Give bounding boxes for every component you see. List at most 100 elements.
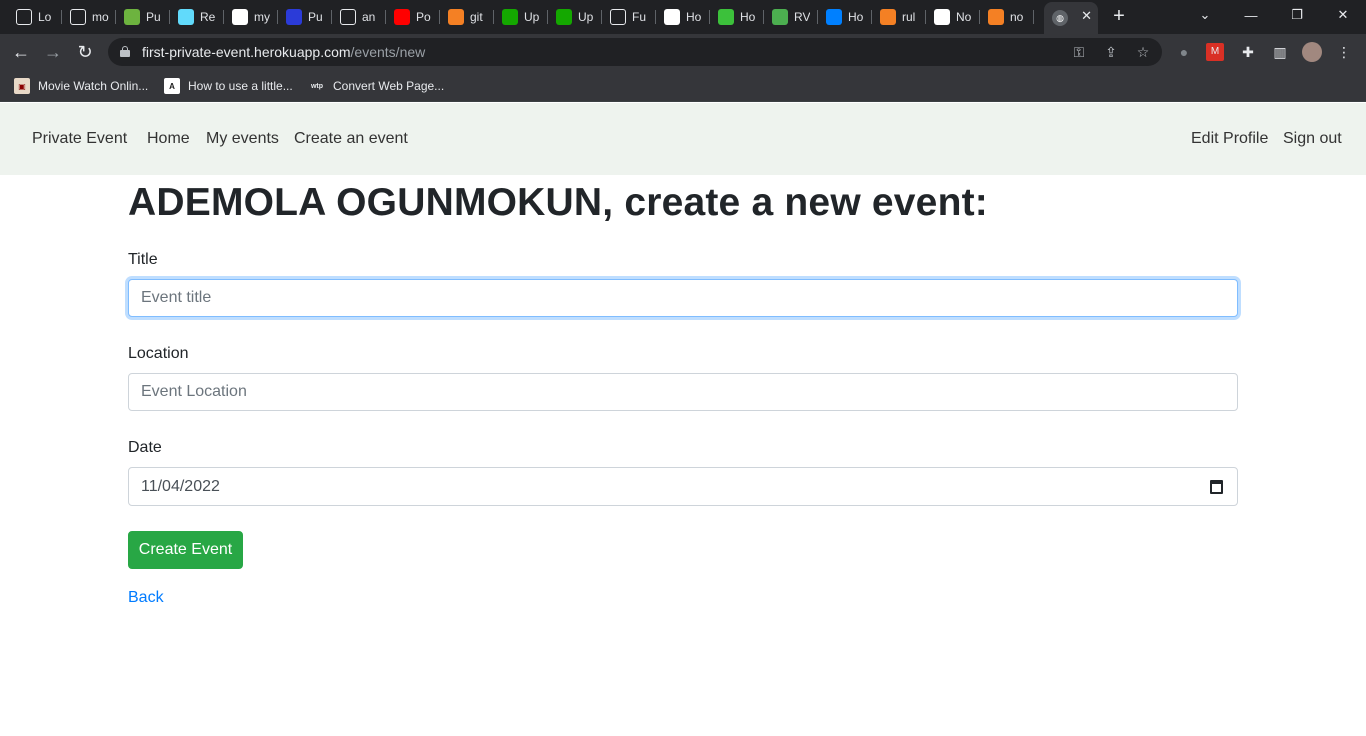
tab-title: rul — [902, 10, 916, 24]
mendeley-extension-icon[interactable]: M — [1206, 43, 1224, 61]
react-icon — [178, 9, 194, 25]
location-label: Location — [128, 345, 189, 362]
location-field[interactable] — [128, 373, 1238, 411]
browser-tab[interactable]: Ho — [710, 4, 764, 30]
tab-title: git — [470, 10, 483, 24]
browser-tab[interactable]: my — [224, 4, 278, 30]
browser-tab[interactable]: git — [440, 4, 494, 30]
browser-tab[interactable]: Re — [170, 4, 224, 30]
tab-title: Up — [578, 10, 594, 24]
active-tab[interactable]: ◍ ✕ — [1044, 2, 1098, 34]
nav-home[interactable]: Home — [147, 130, 190, 148]
generic-tab-icon — [340, 9, 356, 25]
bootstrap-icon — [286, 9, 302, 25]
address-bar[interactable]: first-private-event.herokuapp.com/events… — [108, 38, 1162, 66]
digitalocean-icon — [826, 9, 842, 25]
bookmarks-bar: ▣ Movie Watch Onlin... A How to use a li… — [0, 70, 1366, 102]
page-title: ADEMOLA OGUNMOKUN, create a new event: — [128, 181, 988, 224]
tab-title: no — [1010, 10, 1024, 24]
url-text: first-private-event.herokuapp.com/events… — [142, 44, 426, 60]
movie-icon: ▣ — [14, 78, 30, 94]
tab-title: Ho — [686, 10, 702, 24]
key-icon[interactable]: ⚿ — [1070, 43, 1088, 61]
tab-title: Ho — [740, 10, 756, 24]
youtube-icon — [394, 9, 410, 25]
nav-edit-profile[interactable]: Edit Profile — [1191, 130, 1268, 148]
share-icon[interactable]: ⇪ — [1102, 43, 1120, 61]
angular-icon: A — [164, 78, 180, 94]
upwork-icon — [556, 9, 572, 25]
nav-my-events[interactable]: My events — [206, 130, 279, 148]
nav-sign-out[interactable]: Sign out — [1283, 130, 1342, 148]
browser-tab[interactable]: Up — [548, 4, 602, 30]
back-link[interactable]: Back — [128, 589, 164, 607]
browser-toolbar: ← → ↻ first-private-event.herokuapp.com/… — [0, 34, 1366, 70]
minimize-button[interactable]: — — [1228, 0, 1274, 30]
globe-icon: ◍ — [1052, 10, 1068, 26]
browser-tab[interactable]: Lo — [8, 4, 62, 30]
browser-tab[interactable]: Ho — [818, 4, 872, 30]
browser-tab[interactable]: Ho — [656, 4, 710, 30]
close-window-button[interactable]: ✕ — [1320, 0, 1366, 30]
browser-tab[interactable]: Up — [494, 4, 548, 30]
title-input[interactable] — [141, 289, 1225, 307]
restore-button[interactable]: ❐ — [1274, 0, 1320, 30]
generic-tab-icon — [610, 9, 626, 25]
github-icon — [934, 9, 950, 25]
tab-search-icon[interactable]: ⌄ — [1182, 0, 1228, 30]
wtp-icon: wtp — [310, 82, 324, 90]
hackernoon-icon — [664, 9, 680, 25]
tab-title: Po — [416, 10, 431, 24]
puzzle-icon[interactable]: ✚ — [1238, 42, 1258, 62]
tab-title: mo — [92, 10, 109, 24]
title-field[interactable] — [128, 279, 1238, 317]
avatar[interactable] — [1302, 42, 1322, 62]
tab-title: Up — [524, 10, 540, 24]
browser-tab[interactable]: rul — [872, 4, 926, 30]
create-event-button[interactable]: Create Event — [128, 531, 243, 569]
tab-title: Ho — [848, 10, 864, 24]
browser-tab[interactable]: Po — [386, 4, 440, 30]
tab-title: Fu — [632, 10, 647, 24]
site-navbar: Private Event Home My events Create an e… — [0, 103, 1366, 175]
browser-tab[interactable]: Pu — [278, 4, 332, 30]
bookmark-movie[interactable]: ▣ Movie Watch Onlin... — [14, 76, 148, 96]
date-label: Date — [128, 439, 162, 456]
tab-title: RV — [794, 10, 811, 24]
nav-brand[interactable]: Private Event — [32, 130, 127, 148]
browser-tab[interactable]: RV — [764, 4, 818, 30]
stackoverflow-icon — [988, 9, 1004, 25]
location-input[interactable] — [141, 383, 1225, 401]
bookmark-how-to-use[interactable]: A How to use a little... — [164, 76, 293, 96]
tab-title: No — [956, 10, 972, 24]
title-label: Title — [128, 251, 158, 268]
side-panel-icon[interactable]: ▥ — [1270, 42, 1290, 62]
browser-tab[interactable]: No — [926, 4, 980, 30]
tab-title: an — [362, 10, 376, 24]
browser-tab[interactable]: Pu — [116, 4, 170, 30]
reload-icon[interactable]: ↻ — [72, 39, 98, 65]
typescript-icon — [718, 9, 734, 25]
forward-arrow-icon[interactable]: → — [40, 39, 66, 65]
back-arrow-icon[interactable]: ← — [8, 39, 34, 65]
new-tab-button[interactable]: + — [1108, 5, 1130, 27]
star-icon[interactable]: ☆ — [1134, 43, 1152, 61]
browser-tab[interactable]: an — [332, 4, 386, 30]
tab-title: Lo — [38, 10, 52, 24]
stackoverflow-icon — [880, 9, 896, 25]
calendar-icon[interactable] — [1210, 480, 1223, 494]
browser-tab[interactable]: mo — [62, 4, 116, 30]
bookmark-convert[interactable]: wtp Convert Web Page... — [309, 76, 444, 96]
close-tab-icon[interactable]: ✕ — [1081, 8, 1092, 24]
tab-title: Pu — [146, 10, 161, 24]
generic-tab-icon — [70, 9, 86, 25]
nav-create-event[interactable]: Create an event — [294, 130, 408, 148]
date-field[interactable]: 11/04/2022 — [128, 467, 1238, 506]
google-icon — [232, 9, 248, 25]
extension-hat-icon[interactable]: ● — [1174, 42, 1194, 62]
tab-title: my — [254, 10, 270, 24]
upwork-icon — [502, 9, 518, 25]
menu-dots-icon[interactable]: ⋮ — [1334, 42, 1354, 62]
browser-tab[interactable]: Fu — [602, 4, 656, 30]
browser-tab[interactable]: no — [980, 4, 1034, 30]
